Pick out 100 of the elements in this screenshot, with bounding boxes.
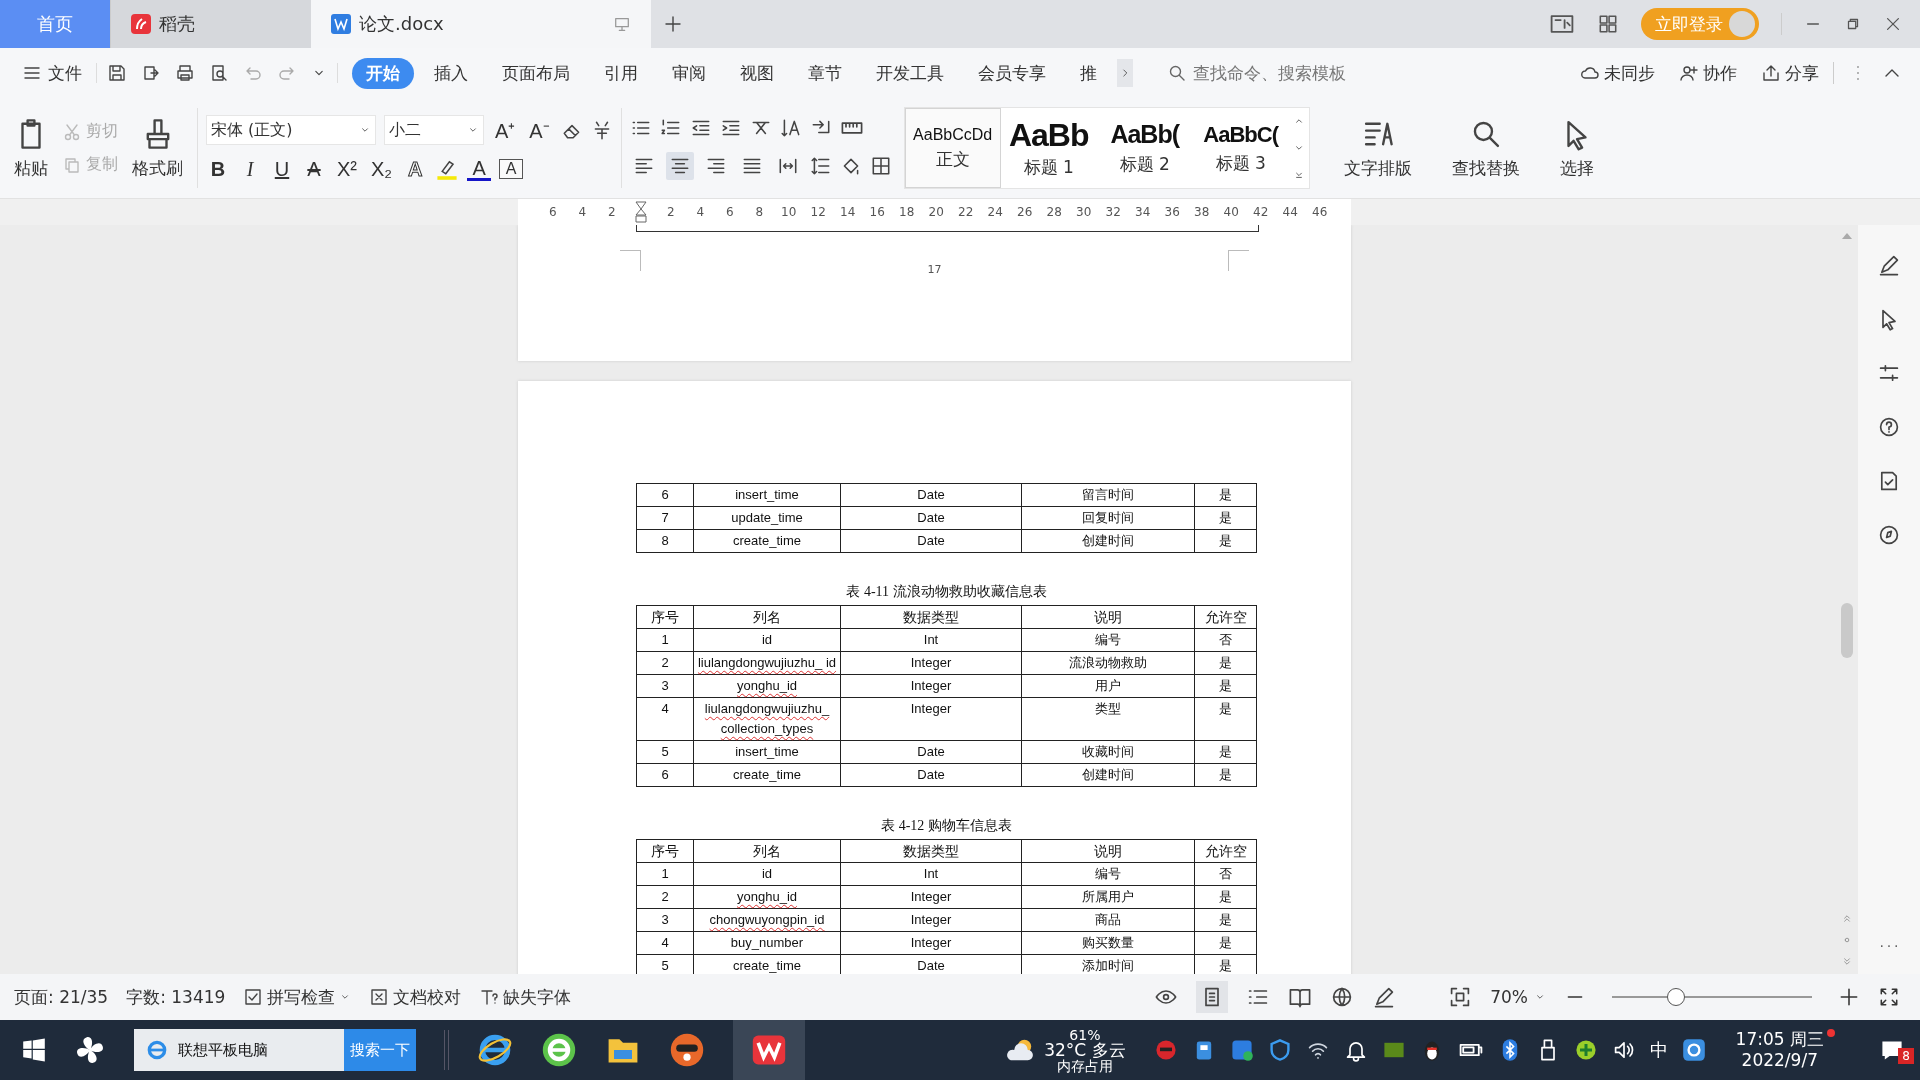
- style-label: 标题 1: [1023, 155, 1074, 179]
- document-tab[interactable]: 稻壳: [110, 0, 311, 48]
- crop-mark: [620, 250, 641, 271]
- save-icon[interactable]: [107, 63, 127, 83]
- browser-globe-icon[interactable]: [541, 1032, 577, 1068]
- ribbon-action[interactable]: 未同步: [1580, 61, 1655, 85]
- ribbon-action[interactable]: 协作: [1679, 61, 1737, 85]
- style-preset[interactable]: AaBb( 标题 2: [1096, 108, 1193, 188]
- plus-circle-icon[interactable]: [1573, 1038, 1598, 1062]
- ribbon-tab[interactable]: 审阅: [658, 57, 720, 89]
- ribbon-tab[interactable]: 视图: [726, 57, 788, 89]
- ninja-app-icon[interactable]: [1153, 1038, 1178, 1062]
- table-cell: Integer: [840, 651, 1022, 675]
- shield-icon[interactable]: [1267, 1038, 1292, 1062]
- grid-icon[interactable]: [1597, 13, 1619, 35]
- ruler-number: 32: [1104, 205, 1122, 219]
- proofread-button[interactable]: 文档校对: [369, 985, 462, 1009]
- paste-button[interactable]: 粘贴: [8, 112, 54, 184]
- align-button[interactable]: [665, 152, 694, 180]
- ruler-number: 42: [1252, 205, 1270, 219]
- shrink-font-button[interactable]: A⁻: [526, 116, 553, 144]
- help-icon[interactable]: [1877, 415, 1901, 439]
- line-spacing-icon[interactable]: [809, 155, 832, 177]
- search-button[interactable]: 搜索一下: [344, 1029, 416, 1071]
- font-color-button[interactable]: A: [467, 157, 492, 181]
- spell-check-button[interactable]: 拼写检查: [243, 985, 352, 1009]
- export-icon[interactable]: [141, 63, 161, 83]
- clock[interactable]: 17:05 周三 2022/9/7: [1733, 1026, 1836, 1074]
- page-count[interactable]: 页面: 21/35: [14, 985, 109, 1009]
- zoom-dropdown[interactable]: 70%: [1490, 987, 1528, 1007]
- tool-button[interactable]: 文字排版: [1337, 112, 1418, 184]
- table-cell: 是: [1194, 483, 1257, 507]
- clock-time: 17:05 周三: [1735, 1028, 1824, 1050]
- bold-button[interactable]: B: [206, 157, 230, 181]
- style-preset[interactable]: AaBbCcDd 正文: [904, 108, 1001, 188]
- subscript-button[interactable]: X₂: [368, 157, 396, 181]
- table-caption: 表 4-11 流浪动物救助收藏信息表: [845, 583, 1048, 601]
- table-cell: 收藏时间: [1021, 740, 1195, 764]
- browser-e-icon[interactable]: [477, 1032, 513, 1068]
- ruler-number: 14: [839, 205, 857, 219]
- table-cell: create_time: [693, 529, 841, 553]
- table-cell: buy_number: [693, 931, 841, 955]
- sort-icon[interactable]: [779, 117, 802, 139]
- ribbon-tab[interactable]: 会员专享: [964, 57, 1060, 89]
- scrollbar-thumb[interactable]: [1841, 603, 1853, 658]
- windows-logo-icon[interactable]: [22, 1038, 46, 1062]
- action-label: 分享: [1785, 61, 1819, 85]
- taskbar-search-field[interactable]: 联想平板电脑: [134, 1029, 344, 1071]
- strikethrough-button[interactable]: A: [302, 157, 326, 181]
- ribbon-tab[interactable]: 页面布局: [488, 57, 584, 89]
- indent-marker-icon[interactable]: [635, 201, 648, 223]
- underline-button[interactable]: U: [270, 157, 294, 181]
- input-method-indicator[interactable]: 中: [1649, 1038, 1668, 1062]
- close-icon[interactable]: [1884, 15, 1902, 33]
- table-cell: Integer: [840, 908, 1022, 932]
- font-size-dropdown[interactable]: 小二: [384, 115, 484, 145]
- style-preset[interactable]: AaBbC( 标题 3: [1192, 108, 1289, 188]
- missing-fonts-button[interactable]: 缺失字体: [479, 985, 572, 1009]
- table-header-cell: 说明: [1021, 839, 1195, 863]
- style-preset[interactable]: AaBb 标题 1: [1000, 108, 1097, 188]
- pinwheel-icon[interactable]: [74, 1034, 106, 1066]
- weather-text[interactable]: 32°C 多云: [1044, 1041, 1126, 1059]
- fullscreen-icon[interactable]: [1878, 986, 1900, 1008]
- table-cell: 1: [636, 628, 694, 652]
- command-search-field[interactable]: 查找命令、搜索模板: [1191, 62, 1385, 84]
- pen-icon[interactable]: [1877, 253, 1901, 277]
- raccoon-app-icon[interactable]: [669, 1032, 705, 1068]
- character-border-button[interactable]: A: [499, 159, 524, 179]
- italic-button[interactable]: I: [238, 157, 262, 181]
- superscript-button[interactable]: X²: [334, 157, 360, 181]
- zoom-in-icon[interactable]: [1838, 986, 1860, 1008]
- font-family-dropdown[interactable]: 宋体 (正文): [206, 115, 376, 145]
- table-cell: 是: [1194, 529, 1257, 553]
- q-app-icon[interactable]: [1681, 1038, 1706, 1062]
- ruler-number: 24: [986, 205, 1004, 219]
- compass-icon[interactable]: [1877, 523, 1901, 547]
- file-menu[interactable]: 文件: [22, 61, 82, 85]
- ribbon-tab[interactable]: 章节: [794, 57, 856, 89]
- grow-font-button[interactable]: A⁺: [492, 116, 519, 144]
- taskbar-app[interactable]: [733, 1020, 805, 1080]
- sync-app-icon[interactable]: [1229, 1038, 1254, 1062]
- word-count[interactable]: 字数: 13419: [126, 985, 226, 1009]
- ribbon-tab[interactable]: 插入: [420, 57, 482, 89]
- document-tab[interactable]: 论文.docx: [311, 0, 651, 48]
- ribbon-action[interactable]: 分享: [1761, 61, 1819, 85]
- ribbon-tab[interactable]: 推: [1066, 57, 1111, 89]
- table-cell: yonghu_id: [693, 885, 841, 909]
- font-size-value: 小二: [389, 119, 421, 141]
- format-painter-button[interactable]: 格式刷: [126, 112, 189, 184]
- tool-button[interactable]: 查找替换: [1445, 112, 1526, 184]
- ribbon-tab[interactable]: 引用: [590, 57, 652, 89]
- monitor-icon[interactable]: [613, 15, 631, 33]
- new-tab-icon[interactable]: [663, 14, 683, 34]
- print-preview-icon[interactable]: [209, 63, 229, 83]
- menu-label: 文件: [48, 61, 82, 85]
- print-icon[interactable]: [175, 63, 195, 83]
- ribbon-tab[interactable]: 开发工具: [862, 57, 958, 89]
- table-cell: update_time: [693, 506, 841, 530]
- tool-button[interactable]: 选择: [1553, 112, 1600, 184]
- ruler-number: 28: [1045, 205, 1063, 219]
